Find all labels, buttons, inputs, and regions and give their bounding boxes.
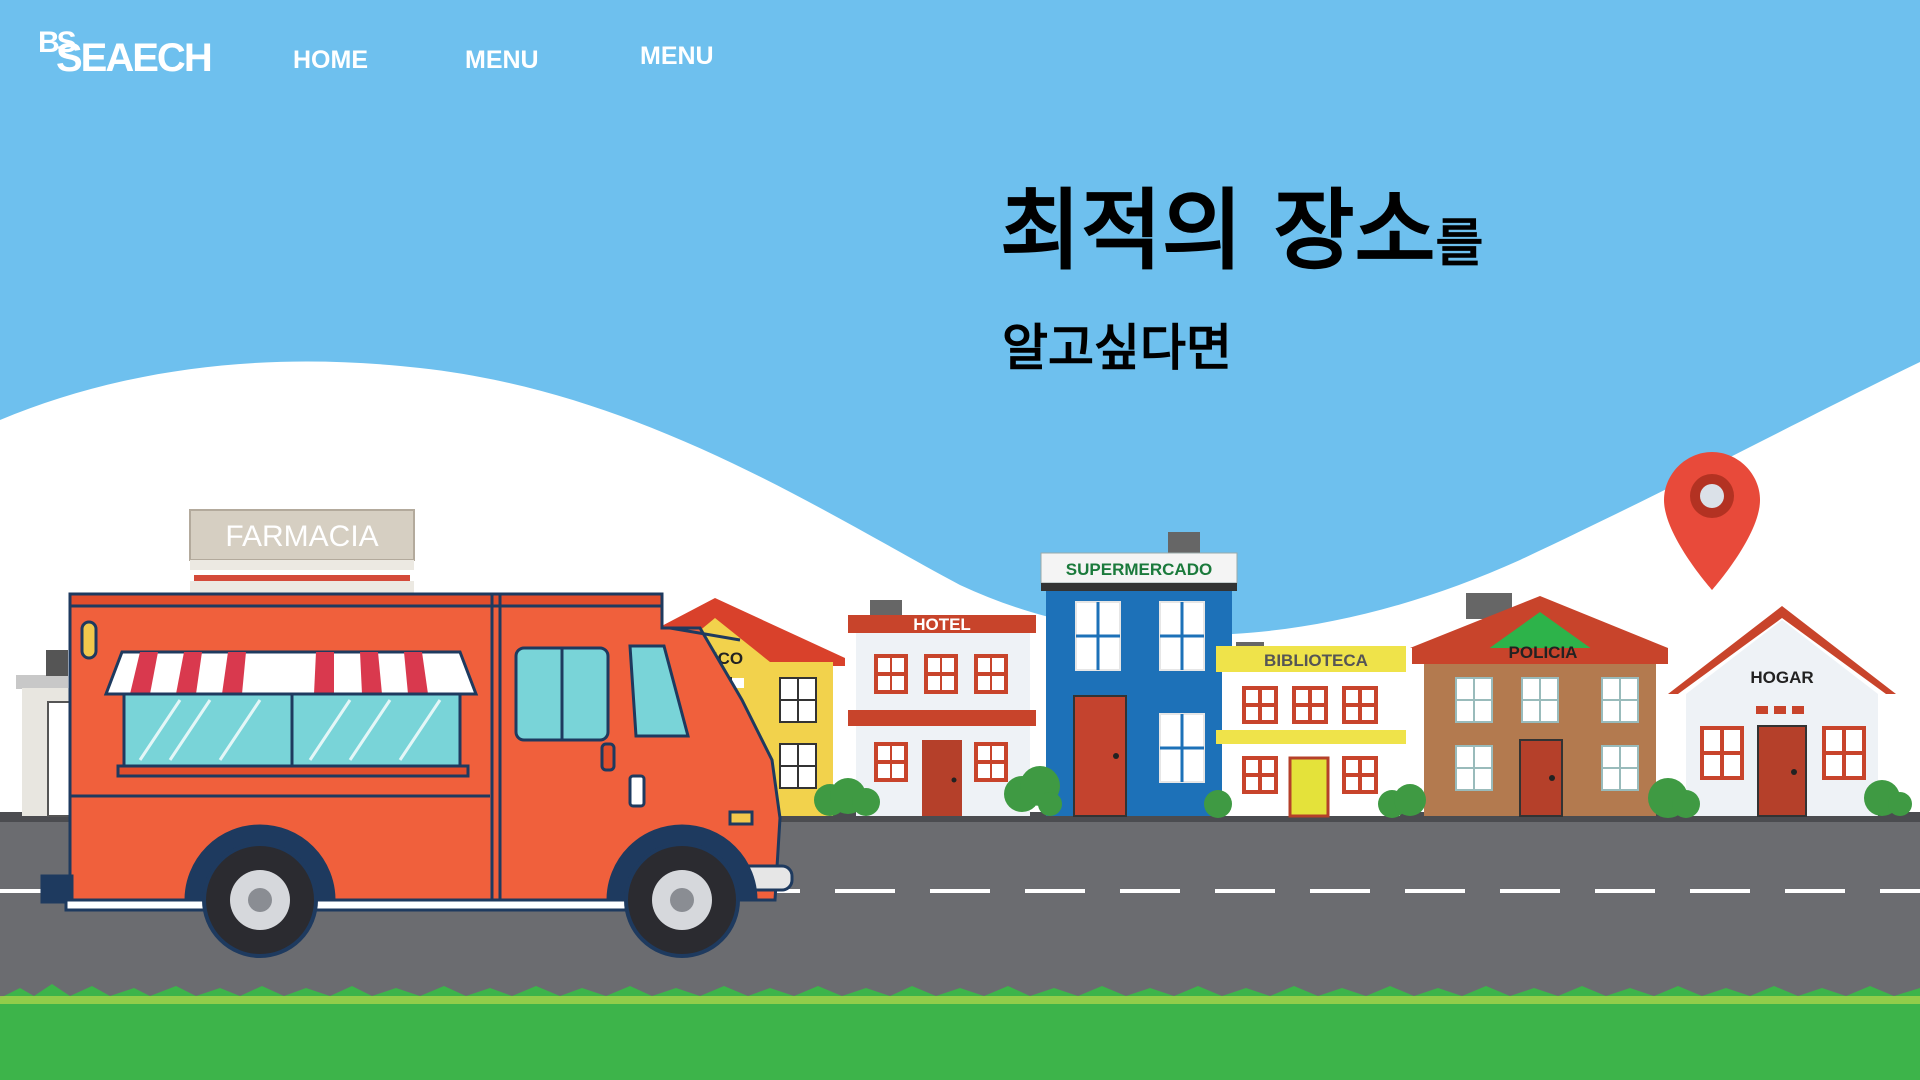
farmacia-building: FARMACIA [189, 509, 415, 593]
logo[interactable]: BS SEAECH [38, 26, 218, 82]
logo-word: SEAECH [56, 36, 213, 80]
city-illustration: BANCO HOTEL SU [0, 361, 1920, 1080]
hero-title: 최적의 장소를 [1000, 160, 1483, 287]
hero-subtitle: 알고싶다면 [1002, 319, 1232, 377]
building-biblioteca: BIBLIOTECA [1216, 642, 1406, 818]
sign-biblioteca: BIBLIOTECA [1264, 651, 1368, 670]
nav-home[interactable]: HOME [293, 46, 368, 75]
building-supermercado: SUPERMERCADO [1040, 532, 1238, 817]
sign-hotel: HOTEL [913, 615, 971, 634]
nav-menu-1[interactable]: MENU [465, 46, 539, 75]
hero-title-particle: 를 [1435, 214, 1484, 274]
sign-policia: POLICIA [1509, 643, 1578, 662]
sign-supermercado: SUPERMERCADO [1066, 560, 1212, 579]
sign-hogar: HOGAR [1750, 668, 1813, 687]
hero-title-main: 최적의 장소 [1000, 179, 1436, 282]
nav-menu-2[interactable]: MENU [640, 42, 714, 71]
sign-farmacia: FARMACIA [225, 520, 378, 553]
